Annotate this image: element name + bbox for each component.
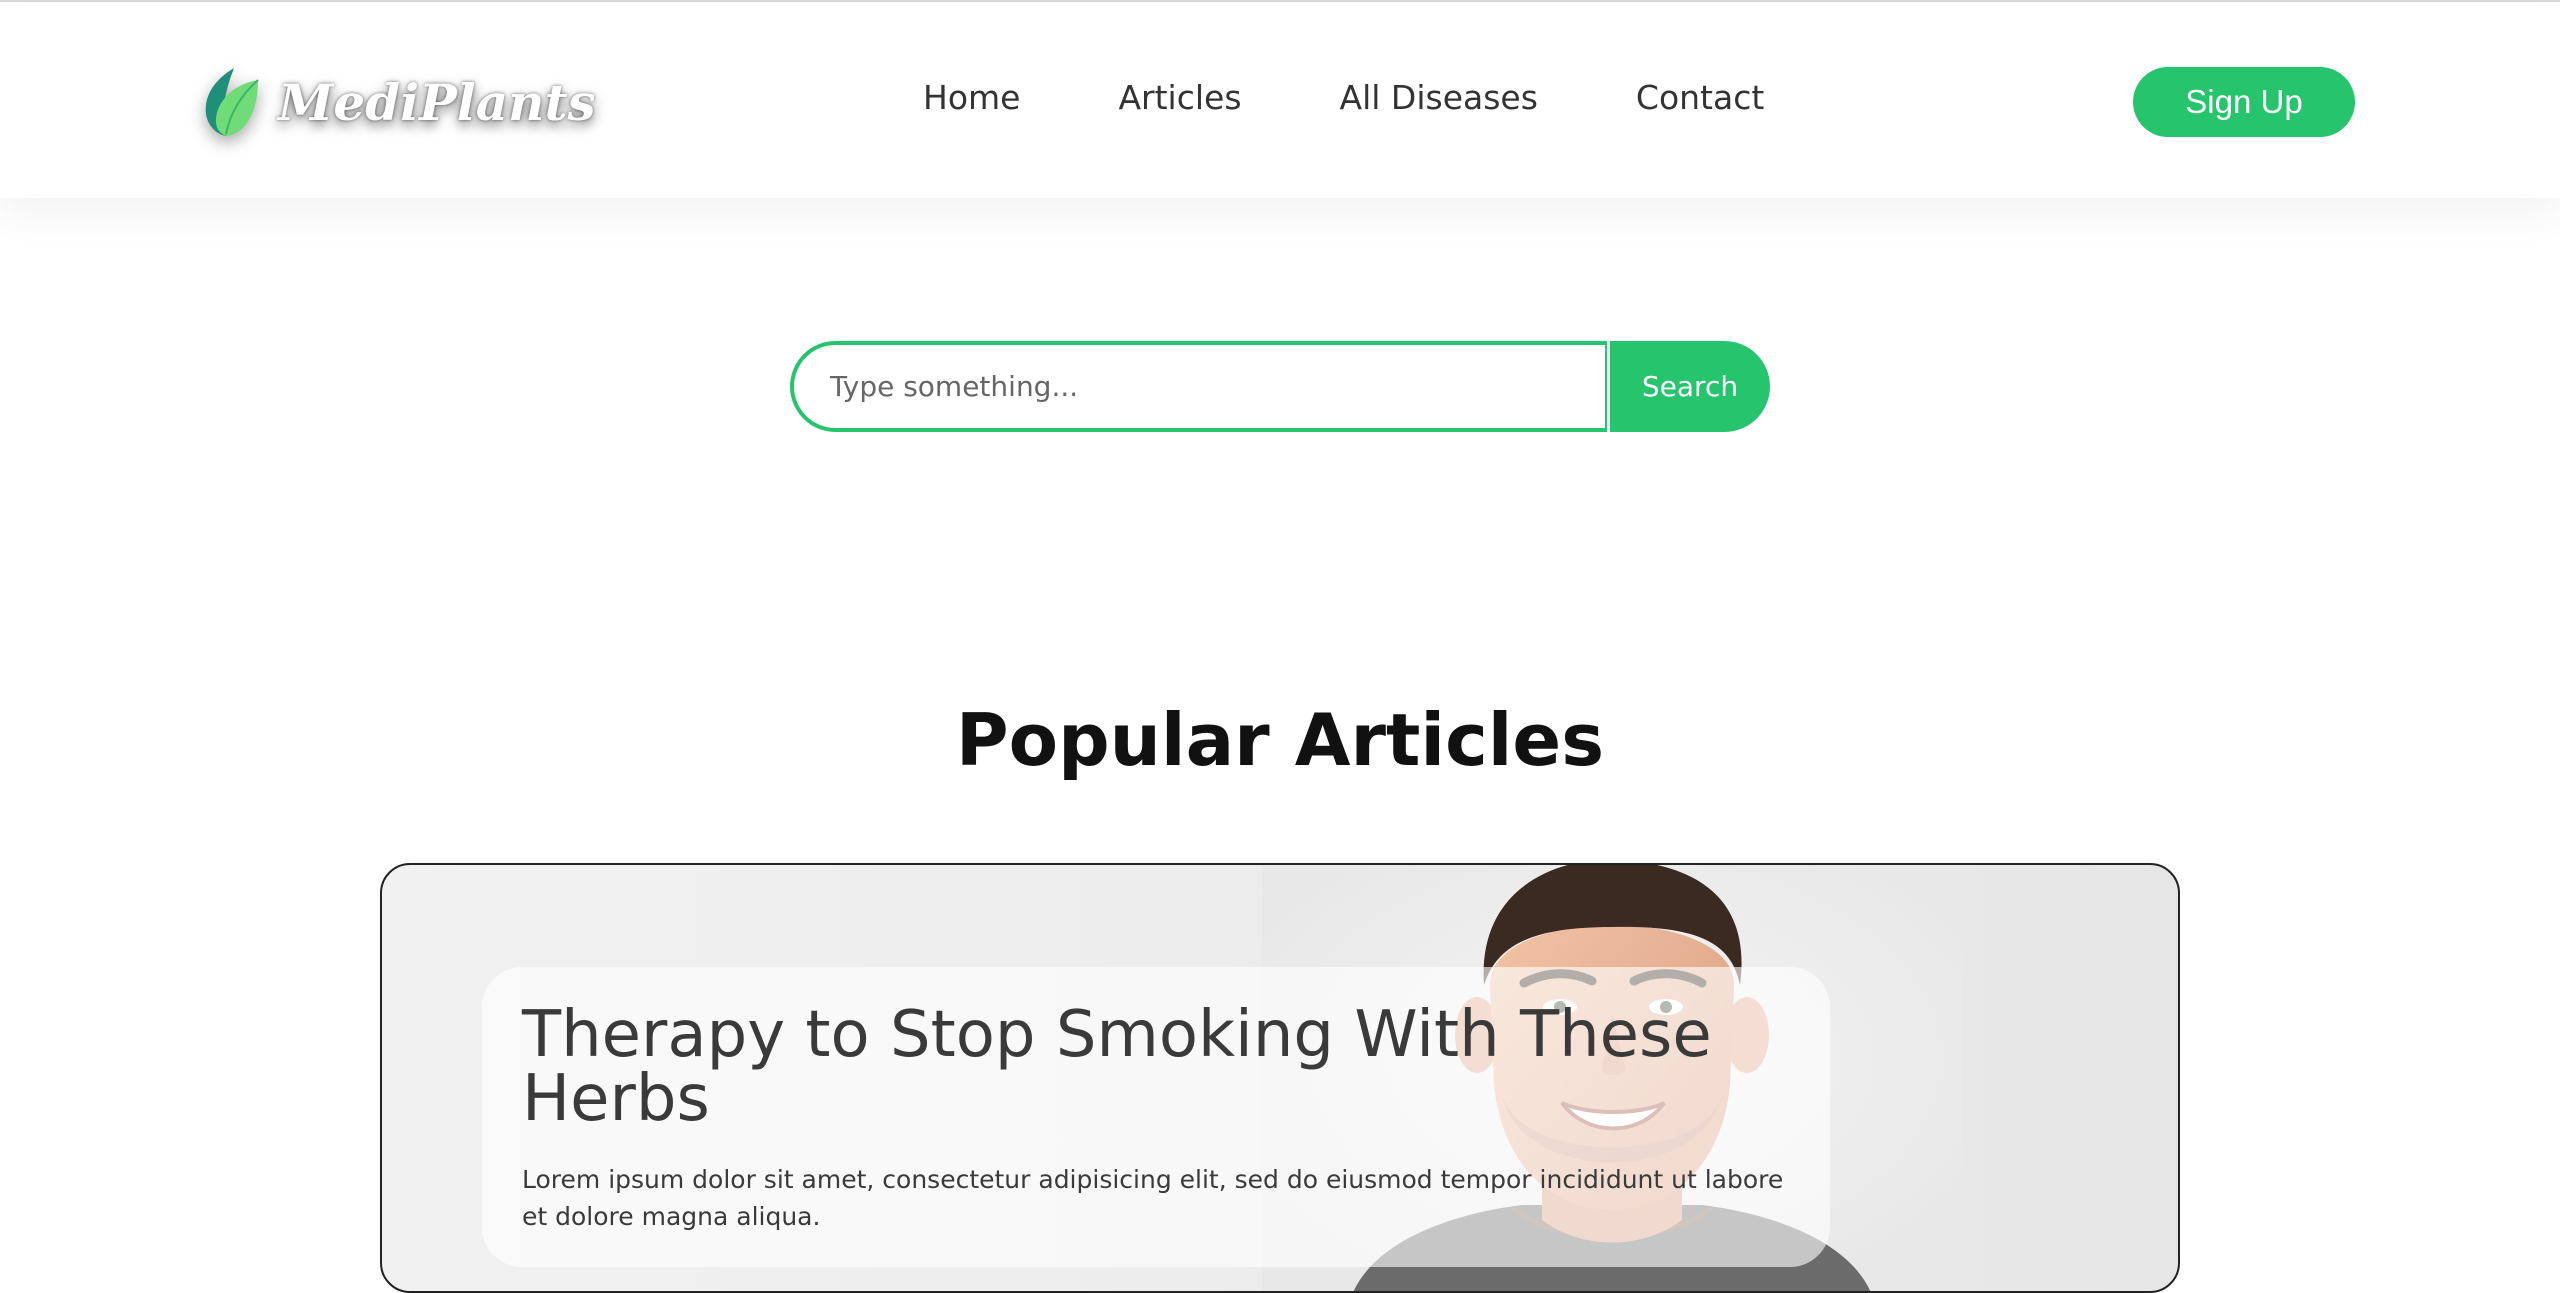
main-nav: Home Articles All Diseases Contact — [923, 78, 1764, 117]
search-bar: Search — [790, 341, 1770, 432]
article-card[interactable]: Therapy to Stop Smoking With These Herbs… — [380, 863, 2180, 1293]
brand-logo[interactable]: MediPlants — [200, 62, 596, 142]
brand-name: MediPlants — [278, 72, 596, 132]
article-excerpt: Lorem ipsum dolor sit amet, consectetur … — [522, 1165, 1784, 1231]
search-input[interactable] — [790, 341, 1607, 432]
popular-articles-heading: Popular Articles — [955, 698, 1605, 782]
leaf-icon — [205, 68, 259, 136]
nav-link-all-diseases[interactable]: All Diseases — [1340, 78, 1538, 117]
sign-up-button[interactable]: Sign Up — [2133, 67, 2355, 137]
article-text-panel: Therapy to Stop Smoking With These Herbs… — [482, 967, 1830, 1267]
nav-link-articles[interactable]: Articles — [1118, 78, 1241, 117]
article-title[interactable]: Therapy to Stop Smoking With These Herbs — [522, 1003, 1792, 1131]
nav-link-contact[interactable]: Contact — [1636, 78, 1764, 117]
search-button[interactable]: Search — [1610, 341, 1770, 432]
nav-link-home[interactable]: Home — [923, 78, 1020, 117]
navbar: MediPlants Home Articles All Diseases Co… — [0, 2, 2560, 198]
